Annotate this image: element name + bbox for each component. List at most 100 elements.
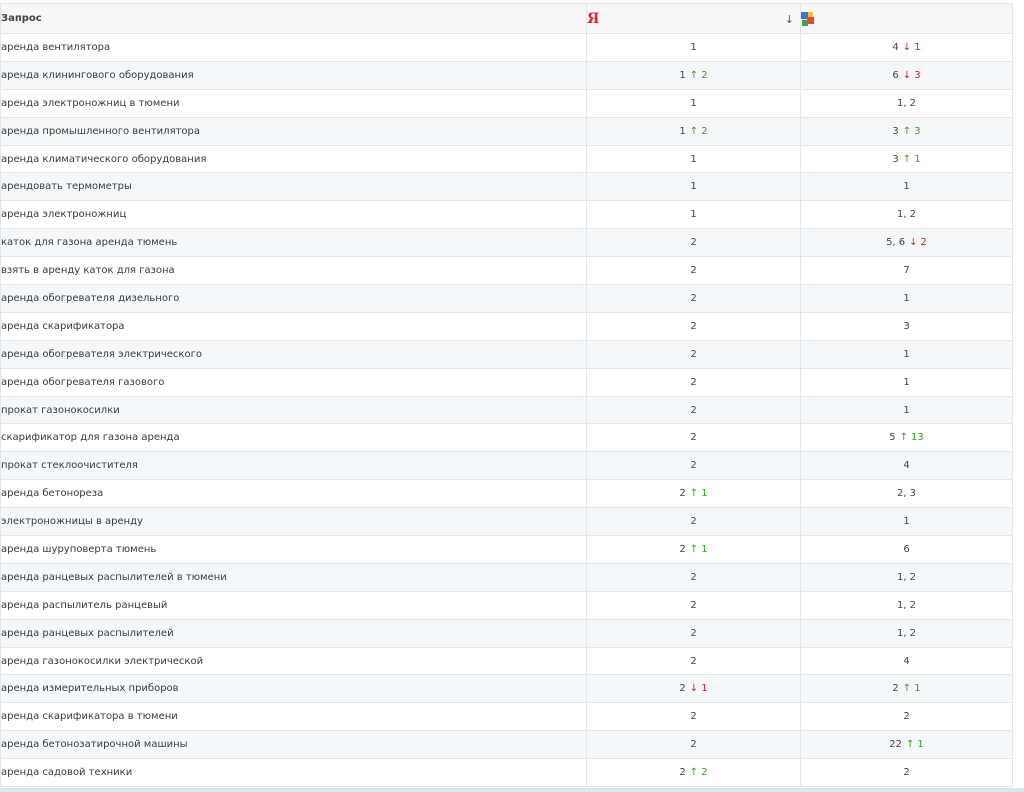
google-position-cell: 1, 2 (800, 618, 1013, 648)
table-row[interactable]: аренда распылитель ранцевый 2 1, 2 (0, 590, 1013, 620)
yandex-position-value: 1 (690, 209, 697, 221)
table-row[interactable]: аренда электроножниц 1 1, 2 (0, 200, 1013, 230)
google-position-cell: 1, 2 (800, 88, 1013, 118)
yandex-position-value: 1 (690, 97, 697, 109)
table-row[interactable]: аренда скарификатора 2 3 (0, 311, 1013, 341)
yandex-position-cell: 2 (586, 228, 801, 258)
query-cell: арендовать термометры (0, 172, 587, 202)
arrow-up-icon: ↑ (689, 488, 699, 500)
yandex-position-value: 2 (690, 432, 697, 444)
table-row[interactable]: аренда бетонозатирочной машины 2 22 ↑ 1 (0, 730, 1013, 760)
table-row[interactable]: электроножницы в аренду 2 1 (0, 507, 1013, 537)
yandex-position-value: 1 (690, 181, 697, 193)
yandex-position-cell: 2 (586, 730, 801, 760)
google-position-cell: 2, 3 (800, 479, 1013, 509)
table-row[interactable]: скарификатор для газона аренда 2 5 ↑ 13 (0, 423, 1013, 453)
google-position-value: 3 (903, 320, 910, 332)
query-cell: аренда ранцевых распылителей (0, 618, 587, 648)
query-cell: аренда электроножниц (0, 200, 587, 230)
google-position-value: 1 (903, 516, 910, 528)
arrow-down-icon: ↓ (689, 683, 699, 695)
position-change-value: 3 (914, 125, 921, 137)
yandex-position-cell: 1 (586, 144, 801, 174)
yandex-position-value: 2 (690, 516, 697, 528)
google-position-cell: 4 ↓ 1 (800, 33, 1013, 62)
yandex-position-value: 2 (679, 543, 686, 555)
table-row[interactable]: аренда климатического оборудования 1 3 ↑ 1 (0, 144, 1013, 174)
yandex-position-cell: 2 (586, 618, 801, 648)
table-row[interactable]: аренда газонокосилки электрической 2 4 (0, 646, 1013, 676)
google-position-value: 1, 2 (896, 599, 917, 611)
table-row[interactable]: прокат газонокосилки 2 1 (0, 395, 1013, 425)
position-change-value: 2 (701, 125, 708, 137)
google-position-cell: 22 ↑ 1 (800, 730, 1013, 760)
google-position-value: 4 (903, 655, 910, 667)
table-row[interactable]: аренда вентилятора 1 4 ↓ 1 (0, 33, 1013, 62)
yandex-position-value: 2 (679, 767, 686, 779)
query-header-label: Запрос (1, 13, 42, 24)
table-row[interactable]: прокат стеклоочистителя 2 4 (0, 451, 1013, 481)
google-position-cell: 1 (800, 367, 1013, 397)
yandex-position-cell: 2 ↑ 2 (586, 758, 801, 788)
google-position-cell: 5, 6 ↓ 2 (800, 228, 1013, 258)
yandex-position-value: 2 (690, 292, 697, 304)
table-row[interactable]: аренда бетонореза 2 ↑ 1 2, 3 (0, 479, 1013, 509)
arrow-up-icon: ↑ (689, 767, 699, 779)
yandex-position-cell: 2 (586, 702, 801, 732)
table-row[interactable]: аренда обогревателя дизельного 2 1 (0, 284, 1013, 313)
column-header-google[interactable] (800, 3, 1013, 34)
yandex-position-value: 2 (690, 460, 697, 472)
yandex-position-value: 1 (679, 125, 686, 137)
google-position-value: 22 (889, 739, 902, 751)
arrow-up-icon: ↑ (689, 69, 699, 81)
column-header-query[interactable]: Запрос (0, 3, 587, 34)
yandex-position-cell: 2 (586, 256, 801, 286)
table-row[interactable]: аренда обогревателя газового 2 1 (0, 367, 1013, 397)
yandex-position-cell: 2 (586, 367, 801, 397)
query-cell: аренда вентилятора (0, 33, 587, 62)
table-row[interactable]: аренда измерительных приборов 2 ↓ 1 2 ↑ 1 (0, 674, 1013, 704)
google-position-value: 6 (892, 69, 899, 81)
table-row[interactable]: аренда ранцевых распылителей в тюмени 2 1,… (0, 562, 1013, 592)
table-row[interactable]: аренда скарификатора в тюмени 2 2 (0, 702, 1013, 732)
table-row[interactable]: каток для газона аренда тюмень 2 5, 6 ↓ 2 (0, 228, 1013, 258)
google-position-value: 3 (892, 125, 899, 137)
google-position-cell: 4 (800, 646, 1013, 676)
yandex-position-change: ↑ 2 (690, 126, 708, 137)
table-row[interactable]: взять в аренду каток для газона 2 7 (0, 256, 1013, 286)
yandex-position-cell: 1 (586, 88, 801, 118)
table-row[interactable]: аренда электроножниц в тюмени 1 1, 2 (0, 88, 1013, 118)
column-header-yandex[interactable]: Я ↓ (586, 3, 801, 34)
arrow-up-icon: ↑ (902, 125, 912, 137)
google-position-cell: 1 (800, 172, 1013, 202)
yandex-position-cell: 2 ↑ 1 (586, 479, 801, 509)
yandex-position-value: 2 (679, 488, 686, 500)
query-cell: аренда садовой техники (0, 758, 587, 788)
table-row[interactable]: аренда шуруповерта тюмень 2 ↑ 1 6 (0, 535, 1013, 564)
google-position-cell: 1 (800, 339, 1013, 369)
table-row[interactable]: аренда клинингового оборудования 1 ↑ 2 6 ↓ 3 (0, 60, 1013, 90)
horizontal-scrollbar[interactable] (0, 788, 1024, 792)
yandex-position-value: 2 (690, 655, 697, 667)
position-change-value: 1 (917, 739, 924, 751)
rankings-page: Запрос Я ↓ аренда вентилятора 1 4 ↓ 1 аренда … (0, 0, 1024, 792)
position-change-value: 1 (701, 683, 708, 695)
position-change-value: 1 (914, 41, 921, 53)
table-row[interactable]: арендовать термометры 1 1 (0, 172, 1013, 202)
google-icon (801, 11, 814, 26)
google-position-cell: 3 ↑ 1 (800, 144, 1013, 174)
google-position-change: ↓ 1 (903, 42, 921, 53)
position-change-value: 1 (914, 683, 921, 695)
google-position-cell: 6 ↓ 3 (800, 60, 1013, 90)
table-row[interactable]: аренда обогревателя электрического 2 1 (0, 339, 1013, 369)
google-position-cell: 5 ↑ 13 (800, 423, 1013, 453)
yandex-position-value: 2 (690, 739, 697, 751)
table-row[interactable]: аренда садовой техники 2 ↑ 2 2 (0, 758, 1013, 788)
query-cell: взять в аренду каток для газона (0, 256, 587, 286)
yandex-position-value: 2 (690, 627, 697, 639)
sort-desc-icon[interactable]: ↓ (785, 13, 794, 26)
google-position-cell: 7 (800, 256, 1013, 286)
table-row[interactable]: аренда ранцевых распылителей 2 1, 2 (0, 618, 1013, 648)
table-row[interactable]: аренда промышленного вентилятора 1 ↑ 2 3 ↑ 3 (0, 116, 1013, 146)
yandex-position-value: 2 (679, 683, 686, 695)
